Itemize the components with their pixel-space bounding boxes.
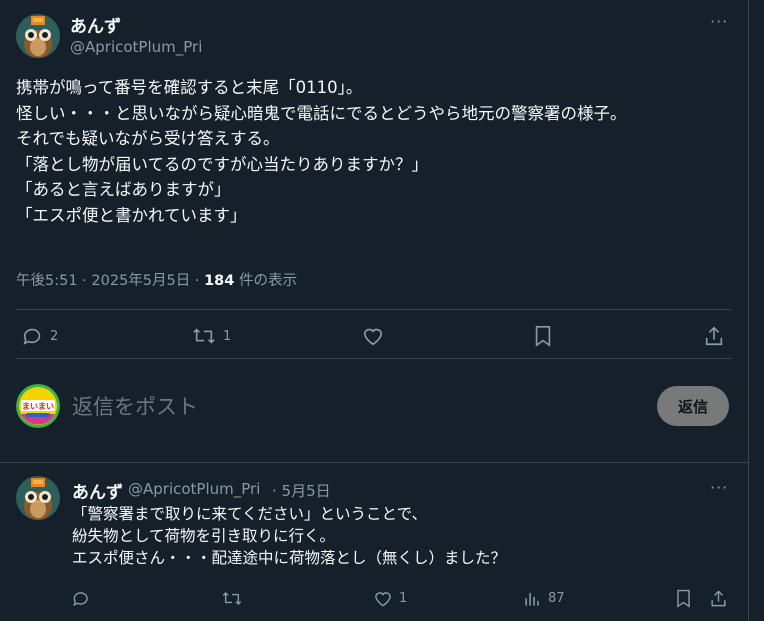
reply-button[interactable]: 2: [22, 325, 58, 347]
reply-bookmark-button[interactable]: [675, 589, 692, 608]
reply-submit-button[interactable]: 返信: [657, 386, 729, 426]
meta-divider: [16, 309, 732, 310]
reply-body: 「警察署まで取りに来てください」ということで、 紛失物として荷物を引き取りに行く…: [72, 505, 507, 567]
bookmark-button[interactable]: [533, 325, 553, 347]
reply-reply-button[interactable]: [72, 589, 91, 608]
reply-retweet-button[interactable]: [221, 589, 243, 608]
author-name[interactable]: あんず: [70, 12, 121, 37]
action-divider: [16, 358, 732, 359]
bookmark-icon: [535, 326, 551, 347]
retweet-button[interactable]: 1: [191, 325, 231, 347]
view-count-label: 件の表示: [234, 273, 297, 289]
author-handle[interactable]: @ApricotPlum_Pri: [70, 38, 202, 56]
more-options-icon[interactable]: ···: [710, 12, 728, 31]
retweet-icon: [222, 591, 242, 606]
composer-avatar-text: まいまい: [22, 402, 54, 411]
bookmark-icon: [677, 589, 690, 608]
share-icon: [711, 590, 726, 607]
reply-date[interactable]: · 5月5日: [272, 480, 331, 501]
tweet-thread: あんず @ApricotPlum_Pri ··· 携帯が鳴って番号を確認すると末…: [0, 0, 764, 621]
like-button[interactable]: [361, 325, 385, 347]
reply-author-handle[interactable]: @ApricotPlum_Pri: [128, 480, 260, 498]
view-count: 184: [204, 273, 235, 289]
reply-icon: [23, 328, 41, 345]
reply-views-button[interactable]: 87: [523, 589, 565, 608]
retweet-icon: [193, 328, 215, 344]
author-avatar[interactable]: [16, 14, 60, 58]
tweet-timestamp[interactable]: 午後5:51 · 2025年5月5日 ·: [16, 273, 204, 289]
reply-more-options-icon[interactable]: ···: [710, 478, 728, 497]
reply-views-count: 87: [548, 591, 565, 606]
reply-like-button[interactable]: 1: [373, 589, 407, 608]
reply-author-avatar[interactable]: [16, 476, 60, 520]
owl-icon: [16, 476, 60, 520]
user-avatar-icon: まいまい: [16, 384, 60, 428]
composer-avatar: まいまい: [16, 384, 60, 428]
retweet-count: 1: [223, 328, 232, 344]
share-icon: [705, 326, 723, 346]
thread-divider: [0, 462, 748, 463]
reply-icon: [73, 592, 88, 607]
owl-icon: [16, 14, 60, 58]
reply-like-count: 1: [399, 591, 408, 606]
tweet-meta: 午後5:51 · 2025年5月5日 · 184 件の表示: [16, 269, 297, 290]
heart-icon: [375, 592, 391, 607]
reply-input[interactable]: 返信をポスト: [72, 391, 198, 421]
heart-icon: [363, 328, 383, 346]
reply-author-name[interactable]: あんず: [72, 478, 123, 503]
column-border: [748, 0, 749, 621]
reply-count: 2: [50, 328, 59, 344]
reply-share-button[interactable]: [709, 589, 728, 608]
share-button[interactable]: [703, 325, 725, 347]
tweet-body: 携帯が鳴って番号を確認すると末尾「0110」。 怪しい・・・と思いながら疑心暗鬼…: [16, 78, 627, 225]
analytics-icon: [525, 592, 539, 606]
